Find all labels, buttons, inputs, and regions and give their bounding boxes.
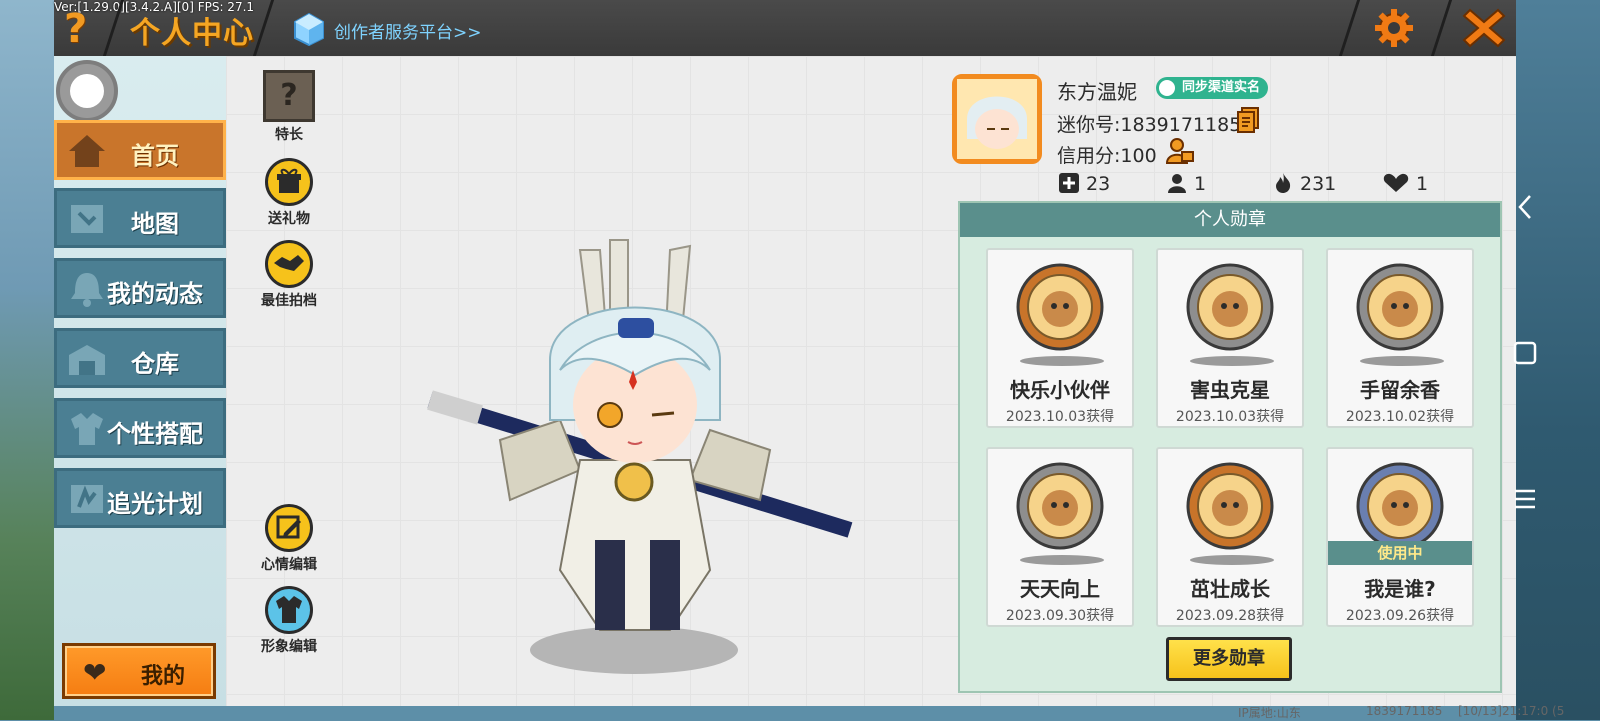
- who-am-i-medal-icon: [1356, 462, 1444, 550]
- sidebar-item-outfit[interactable]: 个性搭配: [54, 398, 226, 458]
- badge-shadow: [1020, 555, 1104, 565]
- back-icon[interactable]: [1512, 192, 1538, 222]
- badge-card[interactable]: 天天向上 2023.09.30获得: [986, 447, 1134, 627]
- sidebar-item-label: 首页: [131, 142, 179, 170]
- badge-shadow: [1190, 356, 1274, 366]
- stat-popularity[interactable]: 231: [1272, 172, 1336, 196]
- best-partner-button[interactable]: 最佳拍档: [254, 240, 324, 310]
- badge-date: 2023.10.03获得: [1175, 409, 1285, 425]
- heart-icon: ❤: [83, 656, 107, 689]
- growth-medal-icon: [1186, 462, 1274, 550]
- badge-date: 2023.09.26获得: [1345, 608, 1455, 624]
- pest-buster-medal-icon: [1186, 263, 1274, 351]
- background-left: [0, 0, 54, 720]
- pencil-icon: [265, 504, 313, 552]
- friend-add-icon: [1059, 173, 1079, 193]
- gift-icon: [265, 158, 313, 206]
- sidebar-item-label: 地图: [131, 210, 179, 238]
- sidebar-item-activity[interactable]: 我的动态: [54, 258, 226, 318]
- badge-card[interactable]: 害虫克星 2023.10.03获得: [1156, 248, 1304, 428]
- mine-button[interactable]: ❤ 我的: [62, 643, 216, 699]
- flame-icon: [1276, 173, 1291, 193]
- badge-card[interactable]: 茁壮成长 2023.09.28获得: [1156, 447, 1304, 627]
- action-label: 送礼物: [268, 211, 310, 227]
- sidebar-item-home[interactable]: 首页: [54, 120, 226, 180]
- page-title: 个人中心: [130, 16, 254, 51]
- happy-friends-medal-icon: [1016, 263, 1104, 351]
- send-gift-button[interactable]: 送礼物: [254, 158, 324, 228]
- action-label: 心情编辑: [261, 557, 317, 573]
- badge-shadow: [1190, 555, 1274, 565]
- badge-name: 害虫克星: [1190, 378, 1270, 402]
- profile-avatar[interactable]: [952, 74, 1042, 164]
- outfit-icon: [265, 586, 313, 634]
- close-icon[interactable]: [1462, 6, 1506, 50]
- ip-location: IP属地:山东: [1238, 706, 1301, 720]
- badge-card[interactable]: 手留余香 2023.10.02获得: [1326, 248, 1474, 428]
- heart-icon: [1383, 173, 1409, 192]
- stat-fans[interactable]: 1: [1166, 172, 1206, 196]
- daily-progress-medal-icon: [1016, 462, 1104, 550]
- home-icon[interactable]: [1512, 338, 1538, 368]
- verify-badge[interactable]: 同步渠道实名: [1156, 77, 1269, 99]
- talent-icon: ?: [263, 70, 315, 122]
- badge-date: 2023.09.28获得: [1175, 608, 1285, 624]
- stat-value: 1: [1416, 173, 1429, 195]
- mine-button-label: 我的: [141, 664, 186, 689]
- handshake-icon: [265, 240, 313, 288]
- badge-shadow: [1360, 356, 1444, 366]
- creator-platform-link[interactable]: 创作者服务平台>>: [334, 18, 482, 43]
- fragrance-medal-icon: [1356, 263, 1444, 351]
- stat-value: 231: [1300, 173, 1337, 195]
- footer-player-id: 1839171185: [1366, 704, 1443, 718]
- action-label: 形象编辑: [261, 639, 317, 655]
- player-nickname: 东方温妮: [1057, 80, 1137, 104]
- stat-likes[interactable]: 1: [1382, 172, 1428, 196]
- badge-date: 2023.10.02获得: [1345, 409, 1455, 425]
- sidebar-item-label: 仓库: [131, 350, 179, 378]
- credit-score: 信用分:100: [1057, 145, 1157, 167]
- fans-icon: [1168, 174, 1186, 193]
- gear-icon[interactable]: [1374, 8, 1414, 48]
- mood-edit-button[interactable]: 心情编辑: [254, 504, 324, 574]
- menu-icon[interactable]: [1512, 484, 1538, 514]
- badge-card[interactable]: 使用中我是谁? 2023.09.26获得: [1326, 447, 1474, 627]
- sidebar-item-warehouse[interactable]: 仓库: [54, 328, 226, 388]
- badge-name: 快乐小伙伴: [1010, 378, 1110, 402]
- credit-person-icon[interactable]: [1166, 138, 1194, 164]
- badge-panel-title: 个人勋章: [960, 203, 1500, 237]
- footer-timestamp: [10/13]21:17:0 (5: [1458, 704, 1565, 718]
- more-badges-button[interactable]: 更多勋章: [1166, 637, 1292, 681]
- help-button[interactable]: ?: [64, 6, 87, 52]
- badge-shadow: [1020, 356, 1104, 366]
- stat-value: 1: [1194, 173, 1207, 195]
- talent-button[interactable]: ? 特长: [254, 70, 324, 144]
- action-label: 最佳拍档: [261, 293, 317, 309]
- badge-name: 天天向上: [1020, 577, 1100, 601]
- avatar-toggle[interactable]: [56, 60, 118, 122]
- stat-value: 23: [1086, 173, 1111, 195]
- badge-name: 我是谁?: [1364, 577, 1436, 601]
- player-character-model[interactable]: [420, 210, 860, 680]
- sidebar-item-chase-light[interactable]: 追光计划: [54, 468, 226, 528]
- sidebar-item-label: 我的动态: [107, 280, 203, 308]
- badge-name: 手留余香: [1360, 378, 1440, 402]
- sidebar-item-map[interactable]: 地图: [54, 188, 226, 248]
- avatar-edit-button[interactable]: 形象编辑: [254, 586, 324, 656]
- copy-icon[interactable]: [1236, 107, 1260, 133]
- badge-card[interactable]: 快乐小伙伴 2023.10.03获得: [986, 248, 1134, 428]
- sidebar-item-label: 个性搭配: [107, 420, 203, 448]
- top-bar: [54, 0, 1516, 56]
- badge-date: 2023.09.30获得: [1005, 608, 1115, 624]
- badge-name: 茁壮成长: [1190, 577, 1270, 601]
- stat-friends[interactable]: 23: [1058, 172, 1110, 196]
- sidebar-item-label: 追光计划: [107, 490, 203, 518]
- creator-platform-icon[interactable]: [292, 12, 326, 46]
- mini-id: 迷你号:1839171185: [1057, 114, 1242, 136]
- in-use-label: 使用中: [1328, 541, 1472, 565]
- badge-date: 2023.10.03获得: [1005, 409, 1115, 425]
- action-label: 特长: [275, 127, 303, 143]
